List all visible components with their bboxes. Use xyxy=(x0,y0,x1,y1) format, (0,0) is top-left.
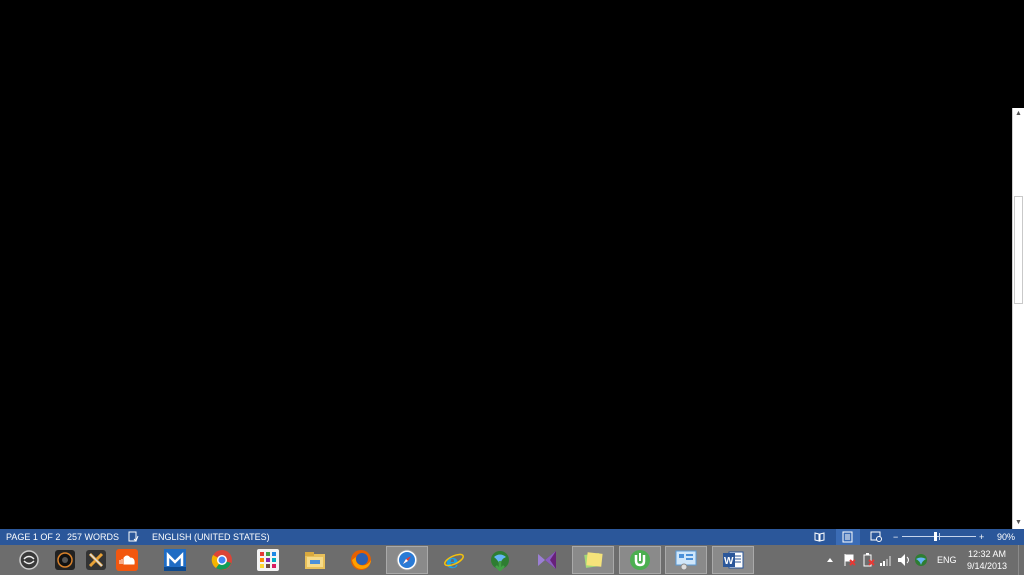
volume-tray[interactable] xyxy=(897,545,911,575)
clock-date: 9/14/2013 xyxy=(966,561,1008,571)
taskbar-app-soundcloud[interactable] xyxy=(106,546,148,574)
control-panel-icon xyxy=(675,550,697,571)
taskbar-app-control-panel[interactable] xyxy=(665,546,707,574)
taskbar-app-idm[interactable] xyxy=(479,546,521,574)
status-bar: PAGE 1 OF 2 257 WORDS ENGLISH (UNITED ST… xyxy=(0,529,1024,545)
chrome-icon xyxy=(211,550,232,570)
word-icon: W xyxy=(723,551,744,569)
taskbar-app-utorrent[interactable] xyxy=(619,546,661,574)
globe-icon xyxy=(915,554,927,566)
taskbar-app-safari[interactable] xyxy=(386,546,428,574)
speaker-icon xyxy=(898,554,909,566)
taskbar-app-firefox[interactable] xyxy=(340,546,382,574)
show-desktop-button[interactable] xyxy=(1018,545,1024,575)
start-swirl-icon xyxy=(19,550,39,570)
input-language: ENG xyxy=(937,555,957,565)
battery-tray[interactable] xyxy=(861,545,875,575)
battery-warning-icon xyxy=(863,553,875,567)
taskbar: e W ENG 12:32 AM 9/14/2013 xyxy=(0,545,1024,575)
proofing-icon[interactable] xyxy=(128,531,139,542)
scroll-up-icon[interactable]: ▲ xyxy=(1013,108,1024,120)
web-layout-icon[interactable] xyxy=(870,531,882,542)
zoom-slider-center-mark xyxy=(939,533,940,540)
visual-studio-icon xyxy=(538,551,556,569)
globe-tray[interactable] xyxy=(914,545,928,575)
action-center-tray[interactable] xyxy=(843,545,857,575)
clock-button[interactable]: 12:32 AM 9/14/2013 xyxy=(962,548,1012,572)
print-layout-icon[interactable] xyxy=(836,529,860,545)
maxthon-icon xyxy=(164,549,186,571)
internet-explorer-icon: e xyxy=(444,549,464,571)
sticky-notes-icon xyxy=(584,552,603,568)
taskbar-app-visual-studio[interactable] xyxy=(526,546,568,574)
zoom-level[interactable]: 90% xyxy=(997,529,1015,545)
page-count[interactable]: PAGE 1 OF 2 xyxy=(6,529,60,545)
word-count[interactable]: 257 WORDS xyxy=(67,529,119,545)
taskbar-app-chrome[interactable] xyxy=(201,546,243,574)
taskbar-app-maxthon[interactable] xyxy=(154,546,196,574)
scrollbar-thumb[interactable] xyxy=(1014,196,1023,304)
utorrent-icon xyxy=(630,550,650,570)
scroll-down-icon[interactable]: ▼ xyxy=(1013,517,1024,529)
soundcloud-icon xyxy=(116,549,138,571)
zoom-slider-thumb[interactable] xyxy=(934,532,937,541)
file-explorer-icon xyxy=(305,552,325,569)
zoom-in-button[interactable]: + xyxy=(979,529,984,545)
document-area[interactable] xyxy=(0,0,1012,529)
action-center-flag-icon xyxy=(844,554,856,566)
apps-grid-icon xyxy=(257,549,279,571)
svg-text:W: W xyxy=(724,556,734,567)
read-mode-icon[interactable] xyxy=(814,531,825,542)
network-signal-icon xyxy=(880,556,891,566)
input-language-button[interactable]: ENG xyxy=(937,545,957,575)
taskbar-app-grid[interactable] xyxy=(247,546,289,574)
language-indicator[interactable]: ENGLISH (UNITED STATES) xyxy=(152,529,270,545)
camera-icon xyxy=(55,550,75,570)
taskbar-app-word[interactable]: W xyxy=(712,546,754,574)
clock-time: 12:32 AM xyxy=(967,549,1007,559)
taskbar-app-sticky-notes[interactable] xyxy=(572,546,614,574)
vertical-scrollbar[interactable]: ▲ ▼ xyxy=(1012,108,1024,529)
chevron-up-icon xyxy=(827,558,833,562)
idm-icon xyxy=(491,551,509,571)
firefox-icon xyxy=(351,550,371,570)
network-tray[interactable] xyxy=(879,545,893,575)
safari-icon xyxy=(396,549,418,571)
show-hidden-icons-button[interactable] xyxy=(826,545,834,575)
zoom-out-button[interactable]: − xyxy=(893,529,898,545)
taskbar-app-ie[interactable]: e xyxy=(433,546,475,574)
tools-icon xyxy=(86,550,106,570)
taskbar-app-explorer[interactable] xyxy=(294,546,336,574)
